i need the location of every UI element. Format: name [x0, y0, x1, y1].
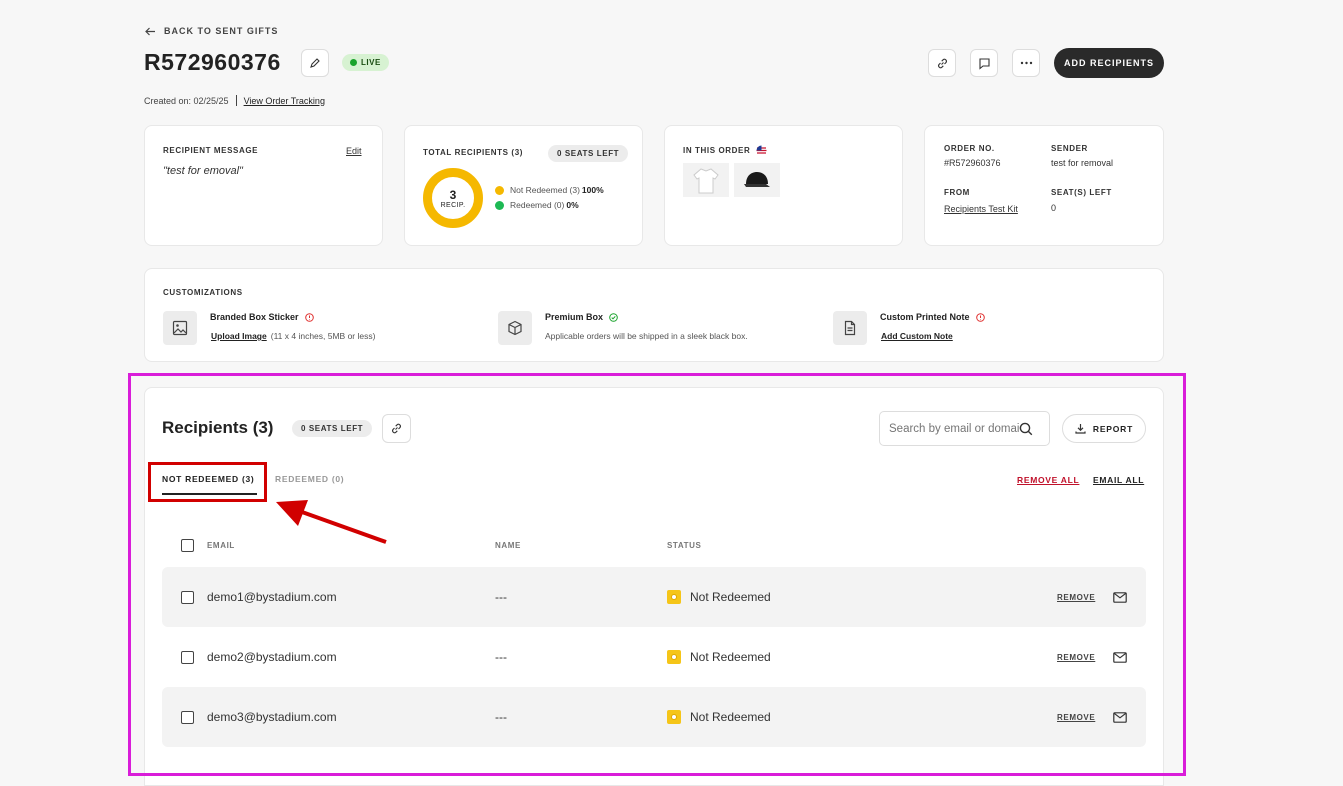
- created-info: Created on: 02/25/25 View Order Tracking: [144, 95, 325, 106]
- seats-label: SEAT(S) LEFT: [1051, 188, 1112, 197]
- sender-value: test for removal: [1051, 158, 1114, 168]
- us-flag-icon: [756, 145, 768, 156]
- back-label: BACK TO SENT GIFTS: [164, 26, 279, 36]
- upload-image-link[interactable]: Upload Image: [211, 331, 267, 341]
- premium-box-desc: Applicable orders will be shipped in a s…: [545, 331, 748, 341]
- card-label: CUSTOMIZATIONS: [163, 288, 243, 297]
- from-label: FROM: [944, 188, 970, 197]
- note-icon-box: [833, 311, 867, 345]
- recipients-donut: 3 RECIP.: [423, 168, 483, 228]
- annotation-arrow-icon: [276, 500, 387, 544]
- donut-value: 3: [449, 187, 457, 202]
- divider: [235, 95, 237, 106]
- order-info-card: ORDER NO. #R572960376 SENDER test for re…: [924, 125, 1164, 246]
- arrow-left-icon: [145, 27, 155, 35]
- sticker-icon-box: [163, 311, 197, 345]
- pencil-icon: [310, 58, 320, 68]
- card-label: TOTAL RECIPIENTS (3): [423, 148, 524, 157]
- box-icon-box: [498, 311, 532, 345]
- add-custom-note-link[interactable]: Add Custom Note: [881, 331, 953, 341]
- check-circle-icon: [609, 312, 618, 322]
- seats-left-badge: 0 SEATS LEFT: [548, 145, 629, 162]
- box-icon: [508, 320, 522, 336]
- highlight-frame: [128, 373, 1186, 776]
- sticker-title: Branded Box Sticker: [210, 312, 314, 322]
- document-icon: [844, 320, 856, 336]
- card-label: IN THIS ORDER: [683, 145, 768, 156]
- comment-button[interactable]: [970, 49, 998, 77]
- sticker-desc: Upload Image (11 x 4 inches, 5MB or less…: [211, 331, 376, 341]
- order-no-label: ORDER NO.: [944, 144, 995, 153]
- legend-item: Not Redeemed (3) 100%: [495, 185, 604, 195]
- product-thumbnail-hoodie[interactable]: [683, 163, 729, 197]
- add-recipients-button[interactable]: ADD RECIPIENTS: [1054, 48, 1164, 78]
- hoodie-icon: [693, 168, 719, 194]
- page-title: R572960376: [144, 49, 281, 75]
- edit-message-link[interactable]: Edit: [346, 146, 362, 156]
- recipient-message-card: RECIPIENT MESSAGE Edit "test for emoval": [144, 125, 383, 246]
- annotation-box: [148, 462, 267, 502]
- warning-info-icon: [975, 312, 985, 322]
- legend-item: Redeemed (0) 0%: [495, 200, 579, 210]
- order-items-card: IN THIS ORDER: [664, 125, 903, 246]
- legend-dot-icon: [495, 200, 504, 210]
- seats-value: 0: [1051, 203, 1057, 213]
- from-link[interactable]: Recipients Test Kit: [944, 204, 1018, 214]
- premium-box-title: Premium Box: [545, 312, 618, 322]
- customizations-card: CUSTOMIZATIONS Branded Box Sticker Uploa…: [144, 268, 1164, 362]
- card-label: RECIPIENT MESSAGE: [163, 146, 259, 155]
- link-icon: [937, 58, 947, 68]
- comment-icon: [978, 57, 990, 70]
- warning-info-icon: [304, 312, 314, 322]
- order-tracking-link[interactable]: View Order Tracking: [244, 96, 325, 106]
- more-options-button[interactable]: [1012, 49, 1040, 77]
- ellipsis-icon: [1020, 61, 1032, 65]
- donut-unit: RECIP.: [440, 201, 466, 209]
- message-text: "test for emoval": [163, 165, 243, 177]
- product-thumbnail-cap[interactable]: [734, 163, 780, 197]
- live-dot-icon: [350, 59, 357, 66]
- created-date: Created on: 02/25/25: [144, 95, 229, 106]
- total-recipients-card: TOTAL RECIPIENTS (3) 0 SEATS LEFT 3 RECI…: [404, 125, 643, 246]
- legend-dot-icon: [495, 185, 504, 195]
- sender-label: SENDER: [1051, 144, 1088, 153]
- cap-icon: [744, 172, 770, 187]
- copy-link-button[interactable]: [928, 49, 956, 77]
- image-icon: [172, 320, 188, 336]
- edit-title-button[interactable]: [301, 49, 329, 77]
- status-badge: LIVE: [342, 54, 389, 71]
- back-link[interactable]: BACK TO SENT GIFTS: [145, 26, 278, 36]
- order-no-value: #R572960376: [944, 158, 1001, 168]
- custom-note-title: Custom Printed Note: [880, 312, 985, 322]
